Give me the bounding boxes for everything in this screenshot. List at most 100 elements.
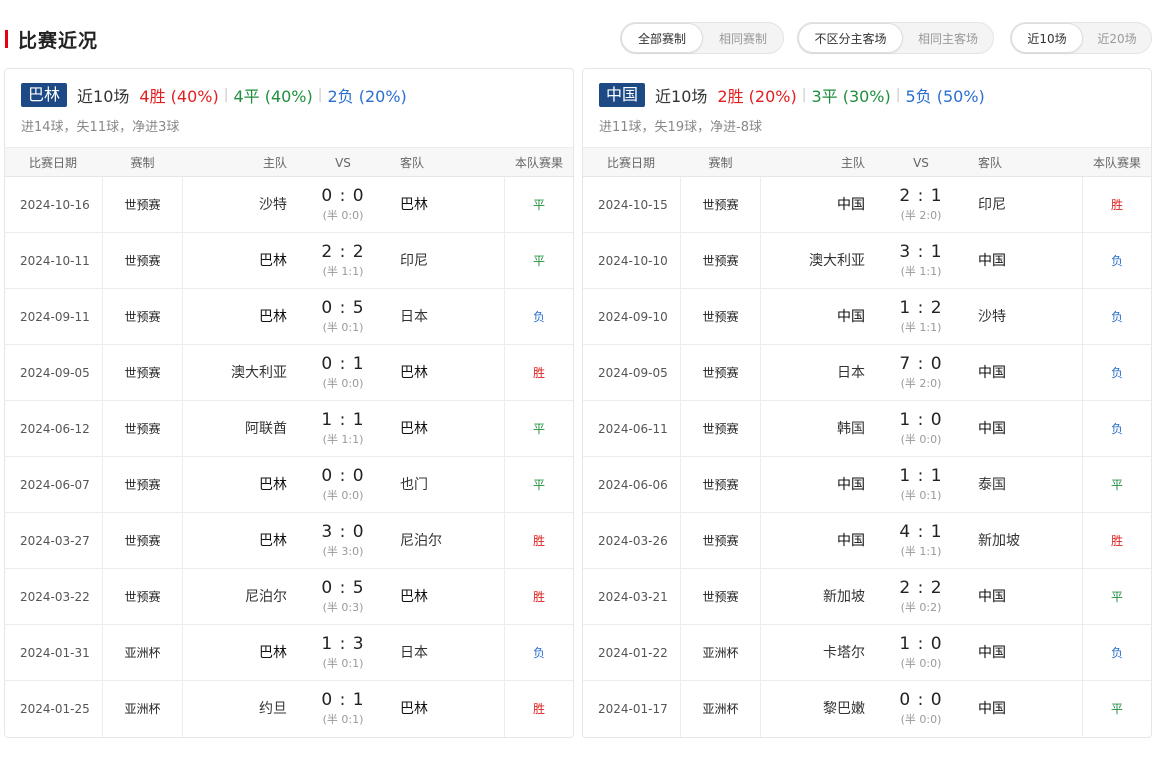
- home-team[interactable]: 黎巴嫩: [763, 681, 865, 737]
- match-date: 2024-03-21: [598, 590, 668, 604]
- match-competition: 世预赛: [702, 422, 739, 436]
- match-list: 2024-10-16 世预赛 沙特 0 : 0 (半 0:0) 巴林平 2024-10-11…: [5, 177, 573, 737]
- away-team[interactable]: 日本: [400, 625, 500, 681]
- home-team[interactable]: 巴林: [185, 233, 287, 289]
- away-team[interactable]: 印尼: [400, 233, 500, 289]
- match-score[interactable]: 1 : 0: [871, 410, 971, 430]
- away-team[interactable]: 巴林: [400, 345, 500, 401]
- match-score[interactable]: 1 : 1: [871, 466, 971, 486]
- away-team[interactable]: 巴林: [400, 569, 500, 625]
- filter-any-venue[interactable]: 不区分主客场: [798, 23, 903, 53]
- away-team[interactable]: 巴林: [400, 177, 500, 233]
- home-team[interactable]: 澳大利亚: [763, 233, 865, 289]
- home-team[interactable]: 阿联酋: [185, 401, 287, 457]
- away-team[interactable]: 尼泊尔: [400, 513, 500, 569]
- match-row[interactable]: 2024-06-12 世预赛 阿联酋 1 : 1 (半 1:1) 巴林 平: [5, 401, 573, 457]
- home-team[interactable]: 巴林: [185, 457, 287, 513]
- home-team[interactable]: 新加坡: [763, 569, 865, 625]
- match-row[interactable]: 2024-03-21 世预赛 新加坡 2 : 2 (半 0:2) 中国 平: [583, 569, 1151, 625]
- match-row[interactable]: 2024-06-11 世预赛 韩国 1 : 0 (半 0:0) 中国 负: [583, 401, 1151, 457]
- home-team[interactable]: 澳大利亚: [185, 345, 287, 401]
- match-row[interactable]: 2024-06-07 世预赛 巴林 0 : 0 (半 0:0) 也门 平: [5, 457, 573, 513]
- match-row[interactable]: 2024-06-06 世预赛 中国 1 : 1 (半 0:1) 泰国 平: [583, 457, 1151, 513]
- away-team[interactable]: 中国: [978, 681, 1078, 737]
- match-competition: 世预赛: [702, 310, 739, 324]
- away-team[interactable]: 中国: [978, 345, 1078, 401]
- match-score[interactable]: 7 : 0: [871, 354, 971, 374]
- match-score[interactable]: 0 : 1: [293, 690, 393, 710]
- home-team[interactable]: 巴林: [185, 625, 287, 681]
- match-row[interactable]: 2024-01-17 亚洲杯 黎巴嫩 0 : 0 (半 0:0) 中国 平: [583, 681, 1151, 737]
- match-row[interactable]: 2024-03-27 世预赛 巴林 3 : 0 (半 3:0) 尼泊尔 胜: [5, 513, 573, 569]
- match-row[interactable]: 2024-09-10 世预赛 中国 1 : 2 (半 1:1) 沙特 负: [583, 289, 1151, 345]
- away-team[interactable]: 巴林: [400, 401, 500, 457]
- away-team[interactable]: 印尼: [978, 177, 1078, 233]
- home-team[interactable]: 中国: [763, 513, 865, 569]
- home-team[interactable]: 卡塔尔: [763, 625, 865, 681]
- match-score[interactable]: 3 : 1: [871, 242, 971, 262]
- match-score[interactable]: 3 : 0: [293, 522, 393, 542]
- match-row[interactable]: 2024-09-11 世预赛 巴林 0 : 5 (半 0:1) 日本 负: [5, 289, 573, 345]
- away-team[interactable]: 新加坡: [978, 513, 1078, 569]
- match-date: 2024-01-31: [20, 646, 90, 660]
- match-row[interactable]: 2024-10-11 世预赛 巴林 2 : 2 (半 1:1) 印尼 平: [5, 233, 573, 289]
- match-date: 2024-09-10: [598, 310, 668, 324]
- away-team[interactable]: 中国: [978, 233, 1078, 289]
- match-score[interactable]: 0 : 0: [871, 690, 971, 710]
- away-team[interactable]: 中国: [978, 401, 1078, 457]
- match-competition: 世预赛: [702, 366, 739, 380]
- home-team[interactable]: 巴林: [185, 289, 287, 345]
- match-score[interactable]: 0 : 1: [293, 354, 393, 374]
- match-score[interactable]: 2 : 1: [871, 186, 971, 206]
- match-competition: 世预赛: [124, 590, 161, 604]
- match-date: 2024-01-22: [598, 646, 668, 660]
- away-team[interactable]: 中国: [978, 625, 1078, 681]
- match-score[interactable]: 0 : 0: [293, 466, 393, 486]
- match-score[interactable]: 2 : 2: [293, 242, 393, 262]
- away-team[interactable]: 日本: [400, 289, 500, 345]
- filter-last-20[interactable]: 近20场: [1083, 23, 1151, 53]
- home-team[interactable]: 巴林: [185, 513, 287, 569]
- home-team[interactable]: 中国: [763, 457, 865, 513]
- column-divider: [760, 625, 761, 680]
- match-score[interactable]: 1 : 2: [871, 298, 971, 318]
- away-team[interactable]: 巴林: [400, 681, 500, 737]
- filter-last-10[interactable]: 近10场: [1011, 23, 1083, 53]
- away-team[interactable]: 也门: [400, 457, 500, 513]
- away-team[interactable]: 中国: [978, 569, 1078, 625]
- half-time-score: (半 0:1): [322, 321, 364, 334]
- home-team[interactable]: 中国: [763, 177, 865, 233]
- match-row[interactable]: 2024-10-16 世预赛 沙特 0 : 0 (半 0:0) 巴林 平: [5, 177, 573, 233]
- match-row[interactable]: 2024-09-05 世预赛 日本 7 : 0 (半 2:0) 中国 负: [583, 345, 1151, 401]
- match-score[interactable]: 1 : 3: [293, 634, 393, 654]
- match-row[interactable]: 2024-03-22 世预赛 尼泊尔 0 : 5 (半 0:3) 巴林 胜: [5, 569, 573, 625]
- match-score[interactable]: 1 : 0: [871, 634, 971, 654]
- match-score[interactable]: 0 : 5: [293, 298, 393, 318]
- home-team[interactable]: 韩国: [763, 401, 865, 457]
- match-row[interactable]: 2024-09-05 世预赛 澳大利亚 0 : 1 (半 0:0) 巴林 胜: [5, 345, 573, 401]
- match-row[interactable]: 2024-01-25 亚洲杯 约旦 0 : 1 (半 0:1) 巴林 胜: [5, 681, 573, 737]
- match-score[interactable]: 2 : 2: [871, 578, 971, 598]
- away-team[interactable]: 泰国: [978, 457, 1078, 513]
- goals-summary: 进11球，失19球，净进-8球: [599, 120, 763, 135]
- home-team[interactable]: 尼泊尔: [185, 569, 287, 625]
- home-team[interactable]: 约旦: [185, 681, 287, 737]
- home-team[interactable]: 中国: [763, 289, 865, 345]
- half-time-score: (半 0:0): [322, 489, 364, 502]
- home-team[interactable]: 日本: [763, 345, 865, 401]
- half-time-score: (半 1:1): [322, 265, 364, 278]
- match-row[interactable]: 2024-01-31 亚洲杯 巴林 1 : 3 (半 0:1) 日本 负: [5, 625, 573, 681]
- home-team[interactable]: 沙特: [185, 177, 287, 233]
- match-row[interactable]: 2024-10-10 世预赛 澳大利亚 3 : 1 (半 1:1) 中国 负: [583, 233, 1151, 289]
- match-row[interactable]: 2024-01-22 亚洲杯 卡塔尔 1 : 0 (半 0:0) 中国 负: [583, 625, 1151, 681]
- away-team[interactable]: 沙特: [978, 289, 1078, 345]
- match-score[interactable]: 1 : 1: [293, 410, 393, 430]
- match-score[interactable]: 4 : 1: [871, 522, 971, 542]
- match-row[interactable]: 2024-03-26 世预赛 中国 4 : 1 (半 1:1) 新加坡 胜: [583, 513, 1151, 569]
- match-score[interactable]: 0 : 0: [293, 186, 393, 206]
- filter-all-competitions[interactable]: 全部赛制: [621, 23, 703, 53]
- filter-same-venue[interactable]: 相同主客场: [903, 23, 993, 53]
- match-score[interactable]: 0 : 5: [293, 578, 393, 598]
- match-row[interactable]: 2024-10-15 世预赛 中国 2 : 1 (半 2:0) 印尼 胜: [583, 177, 1151, 233]
- filter-same-competition[interactable]: 相同赛制: [703, 23, 783, 53]
